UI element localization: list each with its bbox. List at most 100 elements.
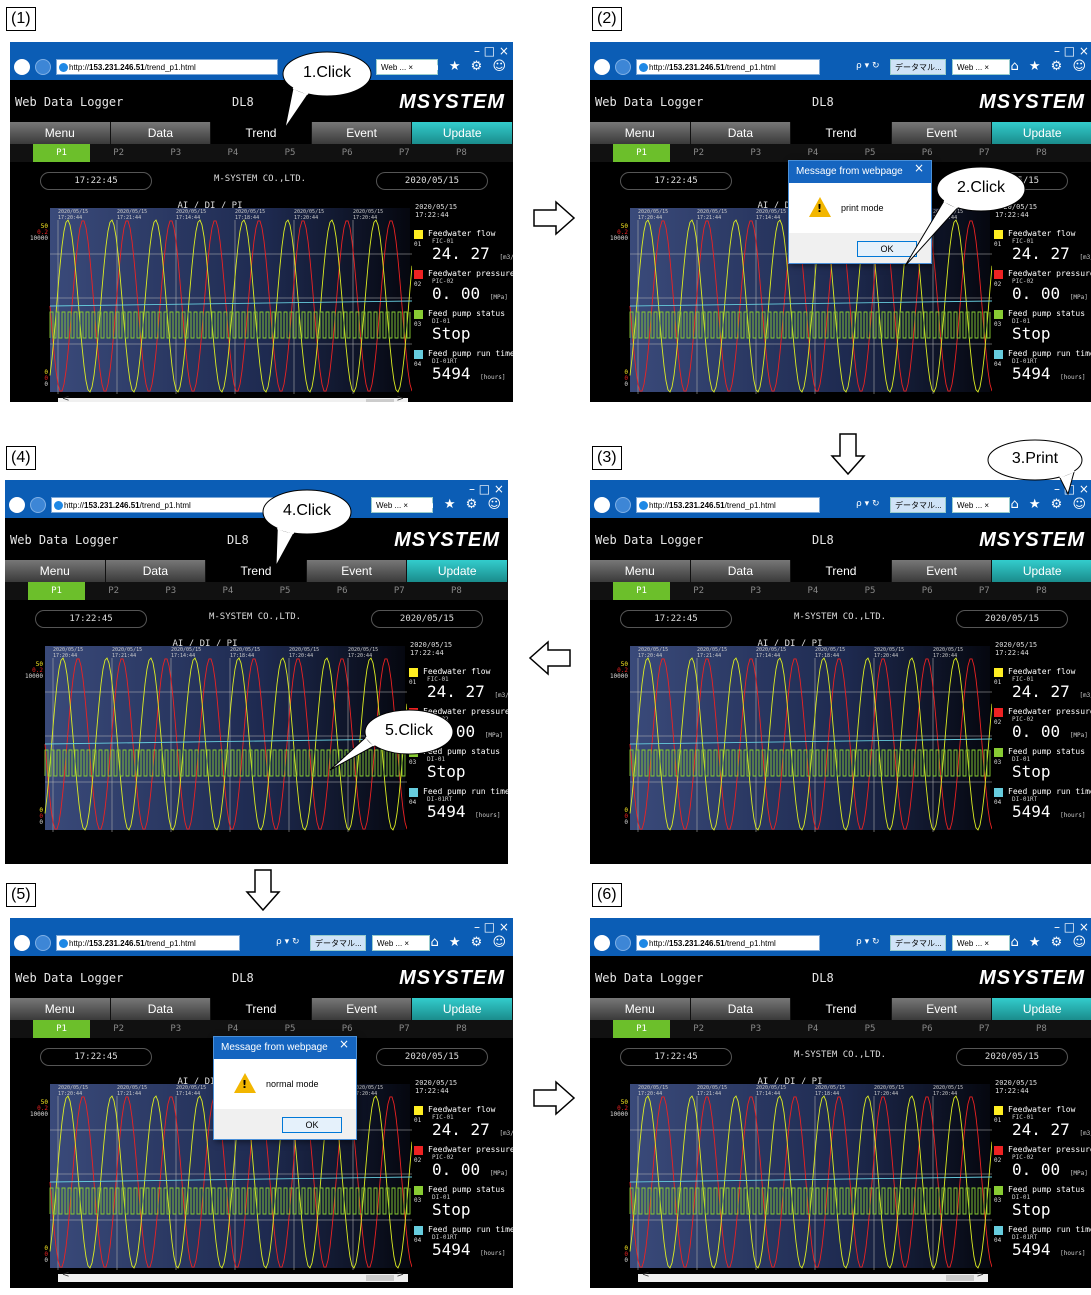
pen-tab[interactable]: P1 [33,1020,91,1038]
menu-item-update[interactable]: Update [412,998,513,1020]
tab-web[interactable]: Web ... × [952,59,1010,75]
pen-tab[interactable]: P7 [956,582,1013,600]
menu-item-trend[interactable]: Trend [791,122,892,144]
window-controls[interactable]: – □ × [1054,44,1089,58]
menu-item-menu[interactable]: Menu [590,998,691,1020]
menu-item-trend[interactable]: Trend [211,998,312,1020]
tab-web[interactable]: Web ... × [952,935,1010,951]
menu-item-menu[interactable]: Menu [5,560,106,582]
pen-tab[interactable]: P8 [1013,582,1070,600]
menu-item-update[interactable]: Update [407,560,508,582]
pen-tab[interactable]: P1 [613,144,671,162]
menu-item-trend[interactable]: Trend [791,998,892,1020]
scroll-left-icon[interactable]: < [62,394,70,402]
menu-item-update[interactable]: Update [412,122,513,144]
pen-tab[interactable]: P8 [433,1020,490,1038]
address-bar[interactable]: http://153.231.246.51/trend_p1.html [56,935,240,951]
pen-tab[interactable]: P1 [33,144,91,162]
forward-icon[interactable] [35,935,51,951]
pen-tab[interactable]: P7 [376,1020,433,1038]
forward-icon[interactable] [615,497,631,513]
menu-item-data[interactable]: Data [690,998,792,1020]
pen-tab[interactable]: P6 [899,582,956,600]
search-refresh-controls[interactable]: ρ ▾ ↻ [856,499,880,509]
window-controls[interactable]: – □ × [474,920,509,934]
pen-tab[interactable]: P4 [784,582,841,600]
horizontal-scrollbar[interactable]: < > [58,1270,408,1282]
scroll-thumb[interactable] [366,399,394,402]
scroll-thumb[interactable] [946,1275,974,1281]
toolbar-icons[interactable]: ⌂ ★ ⚙ ☺ [425,497,504,512]
back-icon[interactable] [594,935,610,951]
pen-tab[interactable]: P6 [319,144,376,162]
menu-item-event[interactable]: Event [311,998,413,1020]
pen-tab[interactable]: P5 [262,144,319,162]
pen-tab[interactable]: P8 [1013,1020,1070,1038]
address-bar[interactable]: http://153.231.246.51/trend_p1.html [56,59,278,75]
address-bar[interactable]: http://153.231.246.51/trend_p1.html [636,497,820,513]
menu-item-trend[interactable]: Trend [791,560,892,582]
back-icon[interactable] [14,59,30,75]
tab-web[interactable]: Web ... × [371,497,433,513]
pen-tab[interactable]: P2 [90,144,147,162]
tab-jp[interactable]: データマル... [310,935,366,951]
scroll-right-icon[interactable]: > [396,1270,404,1280]
search-refresh-controls[interactable]: ρ ▾ ↻ [856,61,880,71]
menu-item-event[interactable]: Event [891,560,993,582]
pen-tab[interactable]: P4 [199,582,256,600]
forward-icon[interactable] [615,59,631,75]
window-controls[interactable]: – □ × [474,44,509,58]
pen-tab[interactable]: P1 [28,582,86,600]
ok-button[interactable]: OK [282,1117,342,1133]
forward-icon[interactable] [30,497,46,513]
tab-web[interactable]: Web ... × [376,59,438,75]
menu-item-event[interactable]: Event [891,122,993,144]
back-icon[interactable] [594,59,610,75]
toolbar-icons[interactable]: ⌂ ★ ⚙ ☺ [1010,59,1089,74]
horizontal-scrollbar[interactable]: < > [638,1270,988,1282]
pen-tab[interactable]: P8 [433,144,490,162]
scroll-right-icon[interactable]: > [976,1270,984,1280]
menu-item-menu[interactable]: Menu [10,998,111,1020]
pen-tab[interactable]: P2 [670,582,727,600]
menu-item-menu[interactable]: Menu [590,122,691,144]
pen-tab[interactable]: P7 [371,582,428,600]
scroll-left-icon[interactable]: < [62,1270,70,1280]
pen-tab[interactable]: P6 [899,1020,956,1038]
back-icon[interactable] [594,497,610,513]
pen-tab[interactable]: P1 [613,1020,671,1038]
toolbar-icons[interactable]: ⌂ ★ ⚙ ☺ [430,935,509,950]
scroll-right-icon[interactable]: > [396,394,404,402]
tab-jp[interactable]: データマル... [890,497,946,513]
pen-tab[interactable]: P4 [204,144,261,162]
menu-item-data[interactable]: Data [110,122,212,144]
pen-tab[interactable]: P4 [784,1020,841,1038]
pen-tab[interactable]: P2 [90,1020,147,1038]
menu-item-menu[interactable]: Menu [10,122,111,144]
menu-item-menu[interactable]: Menu [590,560,691,582]
address-bar[interactable]: http://153.231.246.51/trend_p1.html [636,59,820,75]
search-refresh-controls[interactable]: ρ ▾ ↻ [856,937,880,947]
pen-tab[interactable]: P3 [727,1020,784,1038]
pen-tab[interactable]: P2 [670,1020,727,1038]
menu-item-data[interactable]: Data [110,998,212,1020]
menu-item-update[interactable]: Update [992,122,1091,144]
pen-tab[interactable]: P3 [147,144,204,162]
pen-tab[interactable]: P1 [613,582,671,600]
tab-jp[interactable]: データマル... [890,935,946,951]
address-bar[interactable]: http://153.231.246.51/trend_p1.html [51,497,273,513]
pen-tab[interactable]: P7 [956,1020,1013,1038]
back-icon[interactable] [14,935,30,951]
pen-tab[interactable]: P5 [842,582,899,600]
scroll-thumb[interactable] [366,1275,394,1281]
window-controls[interactable]: – □ × [469,482,504,496]
tab-web[interactable]: Web ... × [372,935,430,951]
back-icon[interactable] [9,497,25,513]
menu-item-update[interactable]: Update [992,560,1091,582]
pen-tab[interactable]: P6 [314,582,371,600]
tab-jp[interactable]: データマル... [890,59,946,75]
pen-tab[interactable]: P7 [376,144,433,162]
close-icon[interactable]: × [339,1037,349,1051]
search-refresh-controls[interactable]: ρ ▾ ↻ [276,937,300,947]
menu-item-data[interactable]: Data [690,560,792,582]
